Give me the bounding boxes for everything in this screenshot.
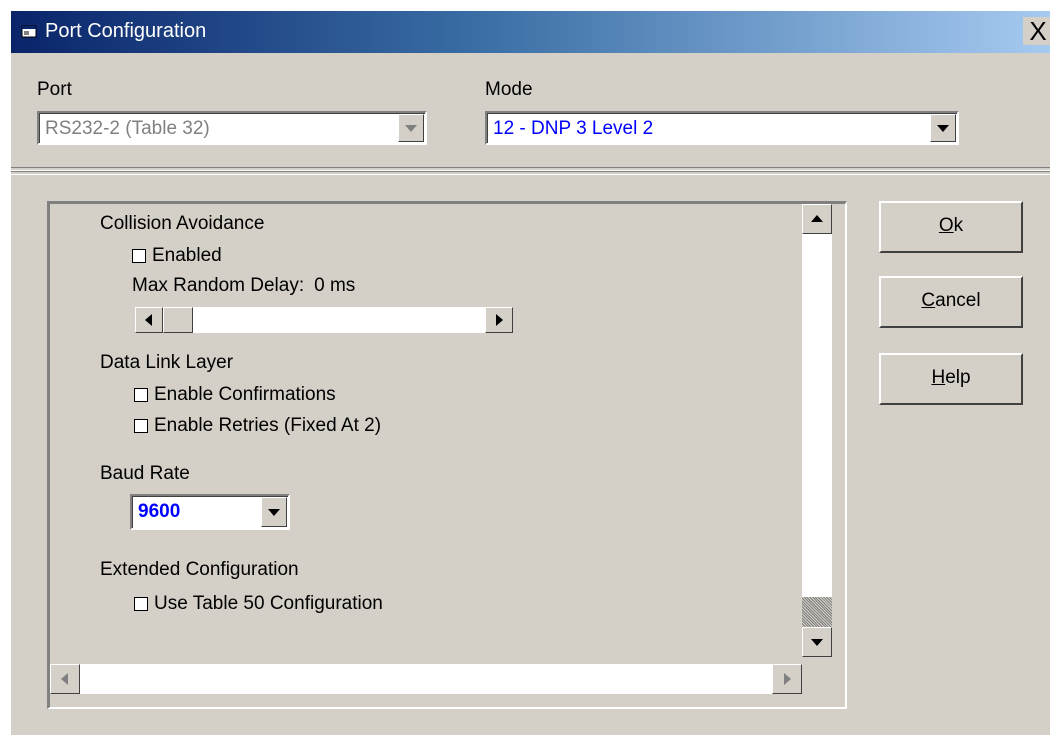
window-title: Port Configuration <box>45 20 207 42</box>
scroll-left-button[interactable] <box>50 664 80 694</box>
chevron-down-icon <box>937 125 949 132</box>
mode-dropdown-button[interactable] <box>930 114 956 142</box>
collision-heading: Collision Avoidance <box>100 213 265 234</box>
use-table50-checkbox[interactable]: Use Table 50 Configuration <box>134 593 383 615</box>
port-configuration-window: Port Configuration X Port RS232-2 (Table… <box>10 10 1050 735</box>
collision-enabled-label: Enabled <box>152 245 222 266</box>
title-bar: Port Configuration X <box>11 11 1050 53</box>
scroll-right-icon <box>784 673 791 685</box>
scroll-down-button[interactable] <box>802 627 832 657</box>
port-label: Port <box>37 79 72 100</box>
baud-rate-heading: Baud Rate <box>100 463 190 484</box>
scroll-left-icon <box>145 314 152 326</box>
port-value: RS232-2 (Table 32) <box>45 118 210 139</box>
vertical-scroll-thumb[interactable] <box>802 597 832 627</box>
app-window-icon <box>21 23 37 39</box>
max-random-delay-slider[interactable] <box>135 307 513 333</box>
baud-rate-value: 9600 <box>138 501 181 522</box>
scroll-right-button[interactable] <box>772 664 802 694</box>
slider-left-button[interactable] <box>135 307 163 333</box>
mode-value: 12 - DNP 3 Level 2 <box>493 118 654 139</box>
settings-panel: Collision Avoidance Enabled Max Random D… <box>47 201 847 709</box>
port-select[interactable]: RS232-2 (Table 32) <box>37 111 427 145</box>
max-random-delay-row: Max Random Delay: 0 ms <box>132 275 355 297</box>
checkbox-box[interactable] <box>134 419 148 433</box>
max-random-delay-value: 0 ms <box>314 275 356 296</box>
enable-confirmations-label: Enable Confirmations <box>154 384 336 405</box>
collision-enabled-checkbox[interactable]: Enabled <box>132 245 222 267</box>
port-dropdown-button[interactable] <box>398 114 424 142</box>
horizontal-scrollbar[interactable] <box>50 664 802 694</box>
enable-confirmations-checkbox[interactable]: Enable Confirmations <box>134 384 336 406</box>
mode-select[interactable]: 12 - DNP 3 Level 2 <box>485 111 959 145</box>
chevron-down-icon <box>405 125 417 132</box>
slider-thumb[interactable] <box>163 307 193 333</box>
extended-heading: Extended Configuration <box>100 559 299 580</box>
help-button[interactable]: Help <box>879 353 1023 405</box>
datalink-heading: Data Link Layer <box>100 352 234 373</box>
mode-label: Mode <box>485 79 533 100</box>
baud-rate-select[interactable]: 9600 <box>130 494 290 530</box>
enable-retries-checkbox[interactable]: Enable Retries (Fixed At 2) <box>134 415 381 437</box>
scroll-up-icon <box>811 215 823 222</box>
close-button[interactable]: X <box>1023 17 1050 45</box>
use-table50-label: Use Table 50 Configuration <box>154 593 383 614</box>
checkbox-box[interactable] <box>134 597 148 611</box>
ok-button[interactable]: Ok <box>879 201 1023 253</box>
vertical-scrollbar[interactable] <box>802 204 832 657</box>
slider-right-button[interactable] <box>485 307 513 333</box>
scroll-left-icon <box>61 673 68 685</box>
baud-rate-dropdown-button[interactable] <box>261 497 287 527</box>
scroll-down-icon <box>811 639 823 646</box>
checkbox-box[interactable] <box>132 249 146 263</box>
scroll-right-icon <box>496 314 503 326</box>
close-icon: X <box>1029 16 1047 46</box>
max-random-delay-label: Max Random Delay: <box>132 275 305 296</box>
chevron-down-icon <box>268 509 280 516</box>
enable-retries-label: Enable Retries (Fixed At 2) <box>154 415 382 436</box>
scroll-up-button[interactable] <box>802 204 832 234</box>
top-separator-2 <box>11 171 1050 175</box>
checkbox-box[interactable] <box>134 388 148 402</box>
cancel-button[interactable]: Cancel <box>879 276 1023 328</box>
